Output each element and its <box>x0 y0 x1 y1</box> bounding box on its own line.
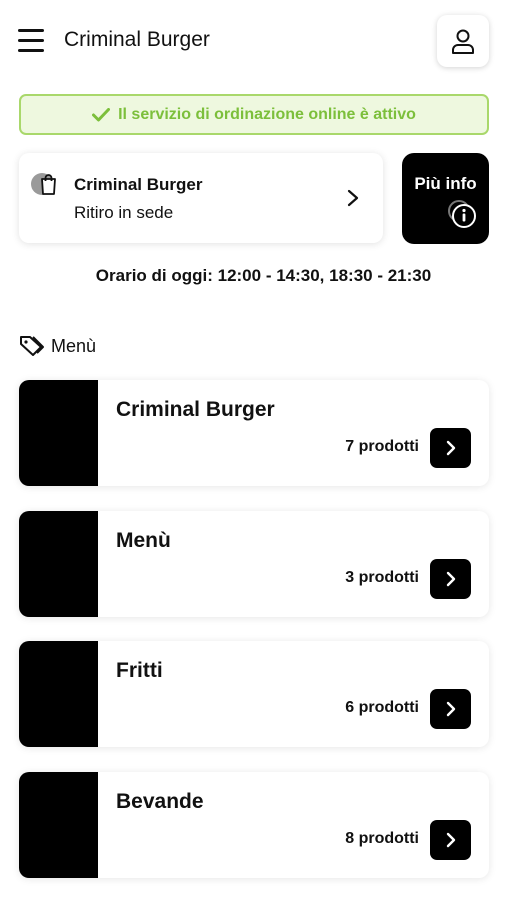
open-category-button[interactable] <box>430 428 471 468</box>
chevron-right-icon <box>446 701 455 717</box>
category-name: Criminal Burger <box>116 398 275 421</box>
store-name: Criminal Burger <box>74 175 203 194</box>
chevron-right-icon <box>446 832 455 848</box>
open-category-button[interactable] <box>430 689 471 729</box>
category-card[interactable]: Bevande 8 prodotti <box>19 772 489 878</box>
chevron-right-icon <box>446 440 455 456</box>
category-name: Fritti <box>116 659 163 682</box>
category-name: Bevande <box>116 790 204 813</box>
chevron-right-icon <box>347 189 359 207</box>
category-image <box>19 380 98 486</box>
hamburger-icon[interactable] <box>18 29 44 53</box>
tag-icon <box>20 336 44 356</box>
menu-section-heading: Menù <box>19 335 96 357</box>
category-image <box>19 511 98 617</box>
store-selector[interactable]: Criminal Burger Ritiro in sede <box>19 153 383 243</box>
category-card[interactable]: Fritti 6 prodotti <box>19 641 489 747</box>
check-icon <box>92 107 111 121</box>
category-image <box>19 641 98 747</box>
product-count: 7 prodotti <box>345 438 419 455</box>
product-count: 6 prodotti <box>345 699 419 716</box>
app-title: Criminal Burger <box>64 28 210 51</box>
more-info-label: Più info <box>414 174 477 193</box>
product-count: 8 prodotti <box>345 830 419 847</box>
opening-hours: Orario di oggi: 12:00 - 14:30, 18:30 - 2… <box>95 266 432 285</box>
info-icon <box>448 200 476 228</box>
profile-button[interactable] <box>437 15 489 67</box>
app-header: Criminal Burger <box>0 0 507 84</box>
open-category-button[interactable] <box>430 820 471 860</box>
product-count: 3 prodotti <box>345 569 419 586</box>
status-text: Il servizio di ordinazione online è atti… <box>118 105 416 123</box>
open-category-button[interactable] <box>430 559 471 599</box>
shopping-bag-icon <box>31 173 56 195</box>
category-card[interactable]: Criminal Burger 7 prodotti <box>19 380 489 486</box>
pickup-mode: Ritiro in sede <box>74 203 174 222</box>
user-icon <box>452 29 474 54</box>
more-info-button[interactable]: Più info <box>402 153 489 244</box>
category-name: Menù <box>116 529 171 552</box>
menu-section-label: Menù <box>51 335 97 356</box>
category-image <box>19 772 98 878</box>
category-card[interactable]: Menù 3 prodotti <box>19 511 489 617</box>
service-status-banner: Il servizio di ordinazione online è atti… <box>19 94 489 135</box>
chevron-right-icon <box>446 571 455 587</box>
